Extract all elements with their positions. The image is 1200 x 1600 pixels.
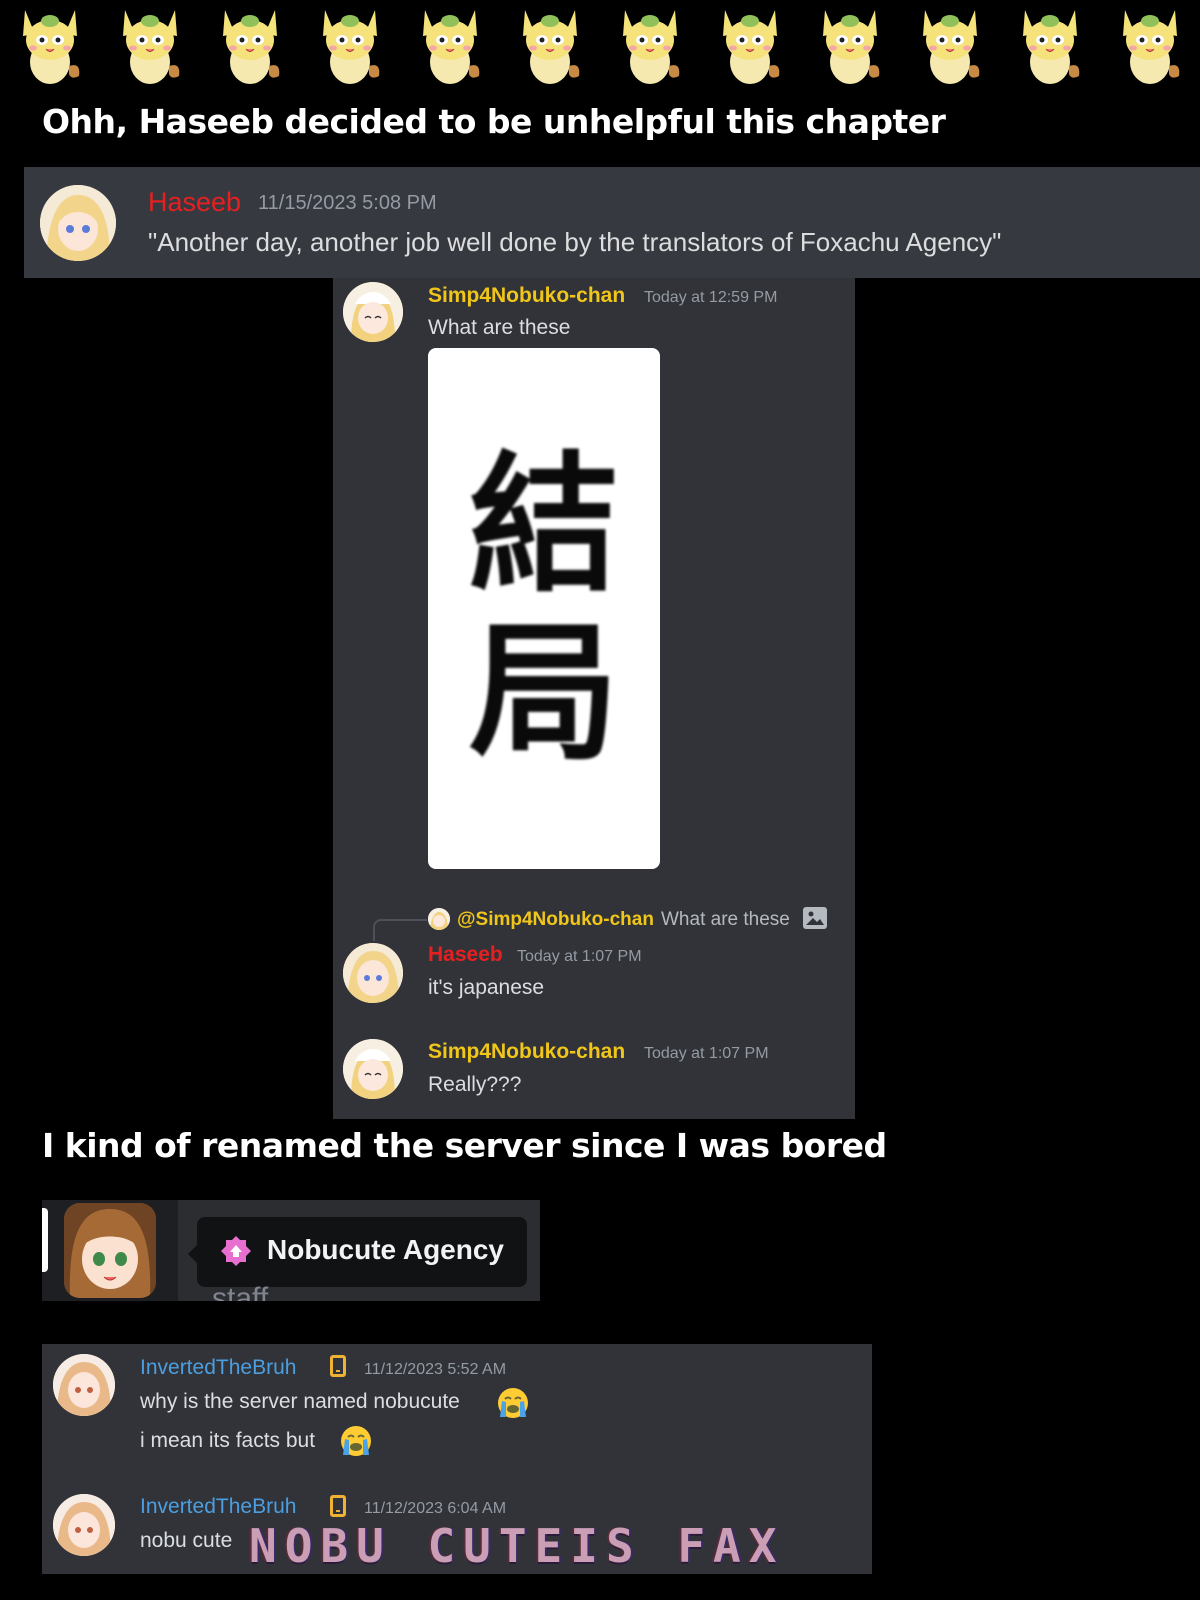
nobu-cute-overlay: NOBU CUTEIS FAX (249, 1519, 785, 1573)
fact-msg1-line2: i mean its facts but (140, 1429, 316, 1452)
kanji-2: 局 (468, 604, 619, 781)
caption-middle: I kind of renamed the server since I was… (42, 1126, 887, 1165)
msg2-username[interactable]: Haseeb (428, 943, 503, 967)
tooltip-arrow (188, 1245, 197, 1263)
fox-mascot-icon (415, 0, 485, 88)
msg1-text: What are these (428, 316, 571, 339)
caption-top: Ohh, Haseeb decided to be unhelpful this… (42, 102, 946, 141)
msg3-timestamp: Today at 1:07 PM (644, 1045, 769, 1062)
fox-mascot-icon (915, 0, 985, 88)
msg3-username[interactable]: Simp4Nobuko-chan (428, 1040, 625, 1064)
mascot-strip (0, 0, 1200, 92)
fact-msg2-username[interactable]: InvertedTheBruh (140, 1495, 296, 1519)
kanji-1: 結 (468, 436, 619, 613)
fox-mascot-icon (215, 0, 285, 88)
inverted-avatar[interactable] (53, 1354, 115, 1416)
fox-mascot-icon (115, 0, 185, 88)
fox-mascot-icon (1115, 0, 1185, 88)
server-boost-icon (220, 1235, 252, 1267)
image-attachment[interactable]: 結 局 (428, 348, 660, 869)
phone-icon (330, 1495, 346, 1517)
crying-emoji-icon (339, 1424, 373, 1458)
fox-mascot-icon (1015, 0, 1085, 88)
simp-avatar-2[interactable] (343, 1039, 403, 1099)
inverted-avatar-2[interactable] (53, 1494, 115, 1556)
fox-mascot-icon (515, 0, 585, 88)
quote-text: "Another day, another job well done by t… (148, 227, 1002, 257)
quote-timestamp: 11/15/2023 5:08 PM (258, 192, 437, 214)
msg1-username[interactable]: Simp4Nobuko-chan (428, 284, 625, 308)
image-icon (803, 907, 827, 929)
quote-username[interactable]: Haseeb (148, 187, 241, 218)
fact-msg1-timestamp: 11/12/2023 5:52 AM (364, 1361, 507, 1378)
reply-mini-avatar (428, 908, 450, 930)
msg1-timestamp: Today at 12:59 PM (644, 289, 778, 306)
fact-msg2-timestamp: 11/12/2023 6:04 AM (364, 1500, 507, 1517)
simp-avatar[interactable] (343, 282, 403, 342)
haseeb-avatar[interactable] (40, 185, 116, 261)
haseeb-avatar-small[interactable] (343, 943, 403, 1003)
quote-message: Haseeb 11/15/2023 5:08 PM "Another day, … (24, 167, 1200, 278)
phone-icon (330, 1355, 346, 1377)
server-icon[interactable] (64, 1203, 156, 1298)
fox-mascot-icon (315, 0, 385, 88)
reply-connector (373, 919, 427, 941)
msg3-text: Really??? (428, 1073, 522, 1096)
reply-snippet[interactable]: What are these (661, 909, 790, 931)
fox-mascot-icon (15, 0, 85, 88)
crying-emoji-icon (496, 1386, 530, 1420)
fact-msg1-line1: why is the server named nobucute (140, 1390, 460, 1413)
msg2-text: it's japanese (428, 976, 545, 999)
fact-msg2-text: nobu cute (140, 1529, 233, 1552)
server-name[interactable]: Nobucute Agency (267, 1234, 504, 1266)
fact-msg1-username[interactable]: InvertedTheBruh (140, 1356, 296, 1380)
server-name-tooltip: Nobucute Agency (197, 1217, 527, 1287)
server-header: Nobucute Agency staff (42, 1200, 540, 1301)
fox-mascot-icon (815, 0, 885, 88)
fox-mascot-icon (615, 0, 685, 88)
channel-peek[interactable]: staff (212, 1282, 268, 1301)
msg2-timestamp: Today at 1:07 PM (517, 948, 642, 965)
reply-mention[interactable]: @Simp4Nobuko-chan (457, 909, 654, 931)
fox-mascot-icon (715, 0, 785, 88)
server-selected-pill (42, 1208, 48, 1272)
